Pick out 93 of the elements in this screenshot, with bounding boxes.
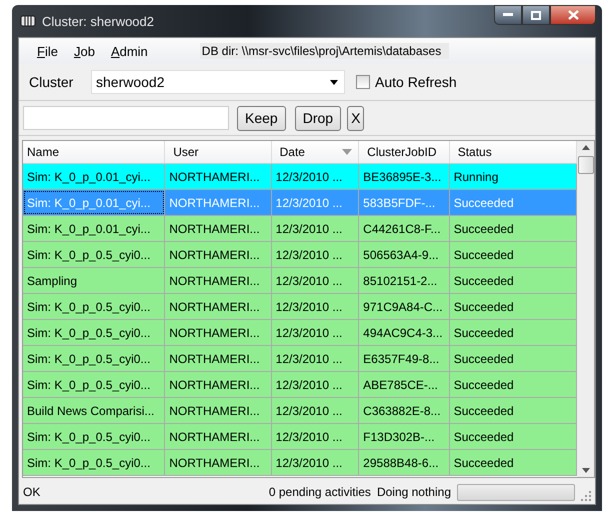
table-cell: 971C9A84-C... [359,294,450,319]
scrollbar[interactable] [577,141,594,477]
table-cell: NORTHAMERI... [165,320,272,345]
table-row[interactable]: Sim: K_0_p_0.01_cyi... NORTHAMERI... 12/3/2010 ... BE36895E-3... Running [23,164,577,190]
menu-item[interactable]: Job [66,44,103,58]
table-cell: C44261C8-F... [359,216,450,241]
table-cell: Sim: K_0_p_0.5_cyi0... [23,450,166,475]
table-cell: Sim: K_0_p_0.01_cyi... [23,216,166,241]
clear-button[interactable]: X [347,106,364,130]
sort-arrow-icon [342,149,352,155]
column-header[interactable]: Date [272,141,360,163]
table-cell: Sim: K_0_p_0.5_cyi0... [23,294,166,319]
minimize-icon [503,13,513,17]
minimize-button[interactable] [494,5,522,25]
scrollbar-thumb[interactable] [578,156,594,174]
table-cell: 85102151-2... [359,268,450,293]
cluster-dropdown[interactable]: sherwood2 [91,70,345,94]
db-dir-label: DB dir: \\msr-svc\files\proj\Artemis\databases [200,43,450,59]
table-cell: 29588B48-6... [359,450,450,475]
caret-icon [330,80,338,84]
maximize-button[interactable] [522,5,550,25]
table-cell: 583B5FDF-... [359,190,450,215]
table-cell: 506563A4-9... [359,242,450,267]
table-row[interactable]: Sim: K_0_p_0.5_cyi0... NORTHAMERI... 12/3/2010 ... 29588B48-6... Succeeded [23,450,577,476]
table-cell: 12/3/2010 ... [272,190,360,215]
table-cell: Sim: K_0_p_0.5_cyi0... [23,372,166,397]
checkbox[interactable] [356,75,370,89]
table-cell: 12/3/2010 ... [272,346,360,371]
table-row[interactable]: Sim: K_0_p_0.5_cyi0... NORTHAMERI... 12/3/2010 ... F13D302B-... Succeeded [23,424,577,450]
table-cell: Build News Comparisi... [23,398,166,423]
table-row[interactable]: Sim: K_0_p_0.5_cyi0... NORTHAMERI... 12/3/2010 ... E6357F49-8... Succeeded [23,346,577,372]
table-row[interactable]: Sim: K_0_p_0.5_cyi0... NORTHAMERI... 12/3/2010 ... ABE785CE-... Succeeded [23,372,577,398]
table-cell: E6357F49-8... [359,346,450,371]
table-cell: 12/3/2010 ... [272,242,360,267]
checkbox-label[interactable]: Auto Refresh [375,74,457,90]
table-cell: Sim: K_0_p_0.01_cyi... [23,164,166,189]
scroll-down-icon[interactable] [582,468,590,473]
table-cell: 12/3/2010 ... [272,294,360,319]
table-row[interactable]: Sim: K_0_p_0.5_cyi0... NORTHAMERI... 12/3/2010 ... 506563A4-9... Succeeded [23,242,577,268]
column-header[interactable]: Name [23,141,166,163]
table-cell: NORTHAMERI... [165,450,272,475]
table-cell: Sim: K_0_p_0.5_cyi0... [23,424,166,449]
resize-grip-icon[interactable] [581,491,591,501]
filter-field[interactable] [23,106,229,130]
table-cell: NORTHAMERI... [165,268,272,293]
table-cell: C363882E-8... [359,398,450,423]
table-cell: NORTHAMERI... [165,424,272,449]
table-cell: NORTHAMERI... [165,346,272,371]
column-header[interactable]: User [165,141,272,163]
table-cell: NORTHAMERI... [165,164,272,189]
table-cell: NORTHAMERI... [165,216,272,241]
table-cell: BE36895E-3... [359,164,450,189]
table-cell: NORTHAMERI... [165,398,272,423]
table-row[interactable]: Sim: K_0_p_0.5_cyi0... NORTHAMERI... 12/3/2010 ... 971C9A84-C... Succeeded [23,294,577,320]
table-cell: NORTHAMERI... [165,190,272,215]
table-cell: 12/3/2010 ... [272,398,360,423]
table-cell: 12/3/2010 ... [272,424,360,449]
table-cell: Sampling [23,268,166,293]
table-row[interactable]: Sim: K_0_p_0.5_cyi0... NORTHAMERI... 12/3/2010 ... 494AC9C4-3... Succeeded [23,320,577,346]
filter-button[interactable]: Keep [237,106,286,130]
table-cell: 12/3/2010 ... [272,450,360,475]
close-button[interactable] [550,5,596,25]
table-cell: 12/3/2010 ... [272,372,360,397]
table-cell: 12/3/2010 ... [272,320,360,345]
table-cell: Sim: K_0_p_0.5_cyi0... [23,242,166,267]
table-row[interactable]: Sampling NORTHAMERI... 12/3/2010 ... 85102151-2... Succeeded [23,268,577,294]
scroll-up-icon[interactable] [582,145,590,150]
pending-activities: 0 pending activities [268,485,371,499]
menu-item[interactable]: Admin [102,44,156,58]
table-cell: F13D302B-... [359,424,450,449]
cluster-label: Cluster [29,74,74,90]
activity-status: Doing nothing [376,485,451,499]
close-icon [568,10,578,20]
table-cell: 494AC9C4-3... [359,320,450,345]
maximize-icon [531,10,541,20]
table-cell: NORTHAMERI... [165,242,272,267]
table-cell: NORTHAMERI... [165,294,272,319]
column-header[interactable]: ClusterJobID [359,141,450,163]
table-cell: 12/3/2010 ... [272,268,360,293]
table-cell: NORTHAMERI... [165,372,272,397]
table-cell: 12/3/2010 ... [272,216,360,241]
table-cell: ABE785CE-... [359,372,450,397]
table-cell: Sim: K_0_p_0.5_cyi0... [23,320,166,345]
status-message: OK [23,485,42,499]
menu-item[interactable]: File [29,44,66,58]
table-row[interactable]: Sim: K_0_p_0.01_cyi... NORTHAMERI... 12/3/2010 ... C44261C8-F... Succeeded [23,216,577,242]
table-cell: 12/3/2010 ... [272,164,360,189]
filter-button[interactable]: Drop [294,106,342,130]
window-title: Cluster: sherwood2 [42,14,155,28]
app-icon [20,14,36,28]
table-cell: Sim: K_0_p_0.01_cyi... [23,190,166,215]
table-cell: Sim: K_0_p_0.5_cyi0... [23,346,166,371]
table-row[interactable]: Build News Comparisi... NORTHAMERI... 12/3/2010 ... C363882E-8... Succeeded [23,398,577,424]
